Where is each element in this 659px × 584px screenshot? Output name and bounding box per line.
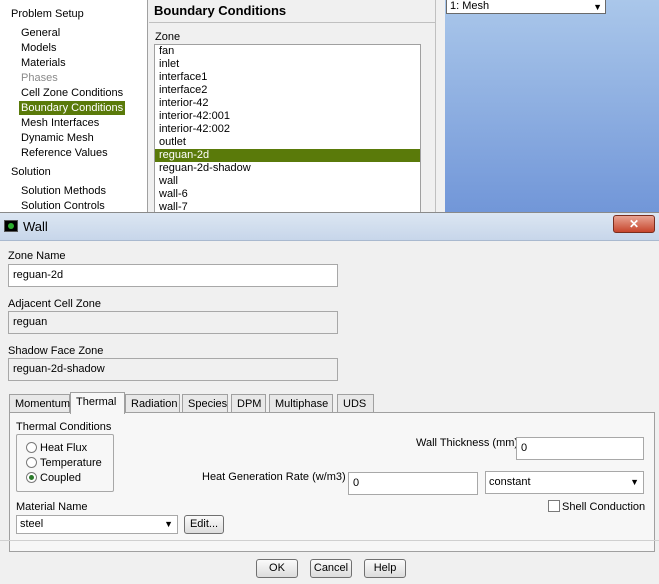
cancel-button[interactable]: Cancel bbox=[310, 559, 352, 578]
radio-temperature[interactable]: Temperature bbox=[26, 457, 102, 470]
boundary-conditions-panel: Boundary Conditions Zone fan inlet interfa… bbox=[149, 0, 435, 216]
material-name-value: steel bbox=[20, 518, 44, 530]
zone-list-item[interactable]: wall bbox=[155, 175, 420, 188]
tree-item-mesh-interfaces[interactable]: Mesh Interfaces bbox=[21, 116, 99, 130]
tree-item-reference-values[interactable]: Reference Values bbox=[21, 146, 108, 160]
zone-list-item[interactable]: interface1 bbox=[155, 71, 420, 84]
zone-name-label: Zone Name bbox=[8, 250, 66, 262]
thermal-conditions-label: Thermal Conditions bbox=[16, 421, 112, 433]
radio-circle-icon bbox=[26, 457, 37, 468]
thermal-conditions-group: Heat Flux Temperature Coupled bbox=[16, 434, 114, 492]
tab-momentum[interactable]: Momentum bbox=[9, 394, 70, 413]
radio-coupled[interactable]: Coupled bbox=[26, 472, 81, 485]
dialog-titlebar[interactable]: Wall ✕ bbox=[0, 213, 659, 241]
radio-heat-flux[interactable]: Heat Flux bbox=[26, 442, 87, 455]
chevron-down-icon: ▼ bbox=[630, 477, 639, 487]
edit-material-button[interactable]: Edit... bbox=[184, 515, 224, 534]
adjacent-cell-zone-label: Adjacent Cell Zone bbox=[8, 298, 101, 310]
zone-name-input[interactable]: reguan-2d bbox=[8, 264, 338, 287]
tree-item-solution-controls[interactable]: Solution Controls bbox=[21, 199, 105, 213]
tree-section-solution[interactable]: Solution bbox=[11, 165, 51, 179]
wall-thickness-input[interactable]: 0 bbox=[516, 437, 644, 460]
radio-label: Coupled bbox=[40, 472, 81, 484]
dialog-separator bbox=[0, 540, 659, 541]
tree-item-dynamic-mesh[interactable]: Dynamic Mesh bbox=[21, 131, 94, 145]
ok-button[interactable]: OK bbox=[256, 559, 298, 578]
heat-generation-input[interactable]: 0 bbox=[348, 472, 478, 495]
tree-item-cell-zone-conditions[interactable]: Cell Zone Conditions bbox=[21, 86, 123, 100]
shell-conduction-label: Shell Conduction bbox=[562, 501, 646, 513]
panel-divider bbox=[149, 22, 435, 23]
navigation-tree-panel: Problem Setup General Models Materials P… bbox=[0, 0, 148, 214]
tree-item-general[interactable]: General bbox=[21, 26, 60, 40]
close-button[interactable]: ✕ bbox=[613, 215, 655, 233]
adjacent-cell-zone-field: reguan bbox=[8, 311, 338, 334]
checkbox-icon bbox=[548, 500, 560, 512]
material-name-label: Material Name bbox=[16, 501, 88, 513]
zone-list-item[interactable]: interior-42 bbox=[155, 97, 420, 110]
radio-selected-icon bbox=[26, 472, 37, 483]
help-button[interactable]: Help bbox=[364, 559, 406, 578]
tree-item-solution-methods[interactable]: Solution Methods bbox=[21, 184, 106, 198]
graphics-window-select[interactable]: 1: Mesh ▼ bbox=[446, 0, 606, 14]
zone-list-item[interactable]: fan bbox=[155, 45, 420, 58]
wall-dialog: Wall ✕ Zone Name reguan-2d Adjacent Cell… bbox=[0, 212, 659, 584]
heat-generation-label: Heat Generation Rate (w/m3) bbox=[202, 471, 346, 483]
shadow-face-zone-label: Shadow Face Zone bbox=[8, 345, 104, 357]
graphics-window-select-value: 1: Mesh bbox=[450, 0, 490, 12]
tab-dpm[interactable]: DPM bbox=[231, 394, 266, 413]
fluent-app-icon bbox=[4, 220, 18, 232]
panel-title: Boundary Conditions bbox=[154, 3, 287, 18]
close-icon: ✕ bbox=[628, 217, 640, 231]
radio-label: Temperature bbox=[40, 457, 102, 469]
radio-circle-icon bbox=[26, 442, 37, 453]
graphics-window[interactable] bbox=[445, 0, 659, 214]
zone-list-item[interactable]: interior-42:001 bbox=[155, 110, 420, 123]
chevron-down-icon: ▼ bbox=[593, 2, 602, 12]
material-name-select[interactable]: steel ▼ bbox=[16, 515, 178, 534]
dialog-title: Wall bbox=[23, 219, 48, 234]
zone-list[interactable]: fan inlet interface1 interface2 interior-42 i… bbox=[154, 44, 421, 216]
heat-generation-profile-select[interactable]: constant ▼ bbox=[485, 471, 644, 494]
tab-uds[interactable]: UDS bbox=[337, 394, 374, 413]
zone-list-item[interactable]: outlet bbox=[155, 136, 420, 149]
chevron-down-icon: ▼ bbox=[164, 519, 173, 529]
tab-species[interactable]: Species bbox=[182, 394, 228, 413]
tree-item-materials[interactable]: Materials bbox=[21, 56, 66, 70]
wall-thickness-label: Wall Thickness (mm) bbox=[416, 437, 519, 449]
heat-generation-profile-value: constant bbox=[489, 476, 531, 488]
radio-label: Heat Flux bbox=[40, 442, 88, 454]
zone-list-item[interactable]: interior-42:002 bbox=[155, 123, 420, 136]
shell-conduction-checkbox[interactable]: Shell Conduction bbox=[548, 500, 645, 513]
zone-list-item[interactable]: wall-6 bbox=[155, 188, 420, 201]
tree-section-problem-setup[interactable]: Problem Setup bbox=[11, 7, 84, 21]
panel-splitter[interactable] bbox=[435, 0, 445, 214]
tab-multiphase[interactable]: Multiphase bbox=[269, 394, 333, 413]
zone-list-item[interactable]: interface2 bbox=[155, 84, 420, 97]
zone-list-item[interactable]: reguan-2d bbox=[155, 149, 420, 162]
thermal-tab-panel: Thermal Conditions Heat Flux Temperature… bbox=[9, 412, 655, 552]
zone-list-item[interactable]: reguan-2d-shadow bbox=[155, 162, 420, 175]
zone-label: Zone bbox=[155, 31, 181, 43]
zone-list-item[interactable]: inlet bbox=[155, 58, 420, 71]
tab-thermal[interactable]: Thermal bbox=[70, 392, 125, 414]
tree-item-phases: Phases bbox=[21, 72, 58, 84]
tab-radiation[interactable]: Radiation bbox=[125, 394, 180, 413]
tree-item-models[interactable]: Models bbox=[21, 41, 56, 55]
tree-item-boundary-conditions[interactable]: Boundary Conditions bbox=[19, 101, 126, 115]
shadow-face-zone-field: reguan-2d-shadow bbox=[8, 358, 338, 381]
